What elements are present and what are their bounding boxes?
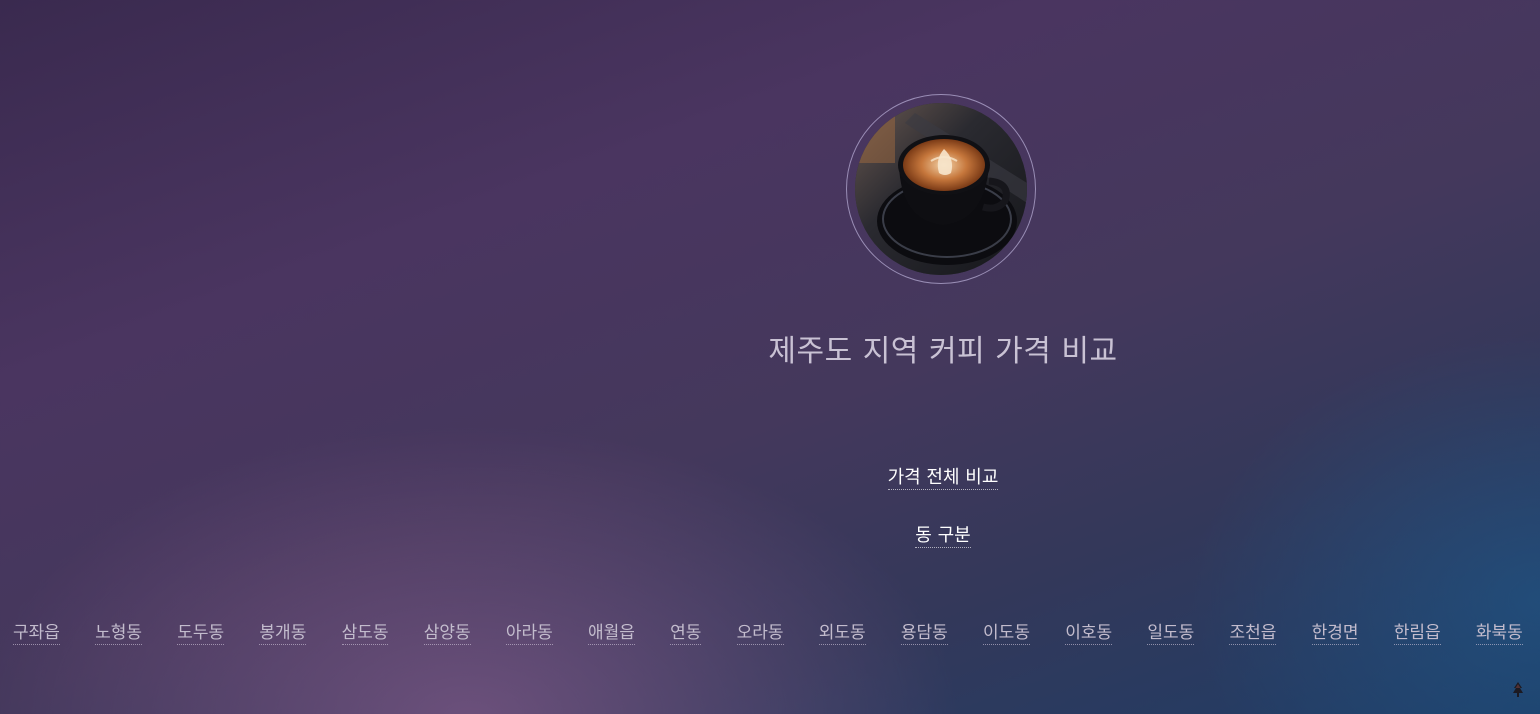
price-compare-link-container: 가격 전체 비교 bbox=[0, 463, 1540, 490]
region-link[interactable]: 화북동 bbox=[1475, 618, 1523, 645]
region-link[interactable]: 조천읍 bbox=[1229, 618, 1277, 645]
hero-avatar-ring bbox=[846, 94, 1036, 284]
region-link[interactable]: 구좌읍 bbox=[13, 618, 60, 645]
small-tree-icon bbox=[1513, 682, 1523, 697]
region-link[interactable]: 용담동 bbox=[900, 618, 948, 645]
region-link[interactable]: 도두동 bbox=[177, 618, 225, 645]
region-link[interactable]: 외도동 bbox=[818, 618, 866, 645]
page-title: 제주도 지역 커피 가격 비교 bbox=[768, 334, 1118, 369]
region-link[interactable]: 애월읍 bbox=[587, 618, 635, 645]
coffee-cup-image bbox=[855, 103, 1027, 275]
region-link[interactable]: 노형동 bbox=[95, 618, 143, 645]
region-link[interactable]: 연동 bbox=[670, 618, 702, 645]
region-link[interactable]: 이도동 bbox=[983, 618, 1030, 645]
dong-division-link-container: 동 구분 bbox=[0, 521, 1540, 548]
coffee-cup-icon bbox=[855, 103, 1027, 275]
region-link[interactable]: 삼양동 bbox=[423, 618, 471, 645]
region-link[interactable]: 오라동 bbox=[736, 618, 784, 645]
dong-division-link[interactable]: 동 구분 bbox=[915, 525, 971, 548]
region-link[interactable]: 한림읍 bbox=[1393, 618, 1441, 645]
region-list: 구좌읍 노형동 도두동 봉개동 삼도동 삼양동 아라동 애월읍 연동 오라동 외… bbox=[13, 618, 1523, 645]
region-link[interactable]: 삼도동 bbox=[341, 618, 389, 645]
region-link[interactable]: 일도동 bbox=[1147, 618, 1195, 645]
region-link[interactable]: 봉개동 bbox=[259, 618, 307, 645]
region-link[interactable]: 이호동 bbox=[1065, 618, 1113, 645]
region-link[interactable]: 한경면 bbox=[1311, 618, 1359, 645]
price-compare-link[interactable]: 가격 전체 비교 bbox=[887, 467, 999, 490]
region-link[interactable]: 아라동 bbox=[505, 618, 553, 645]
